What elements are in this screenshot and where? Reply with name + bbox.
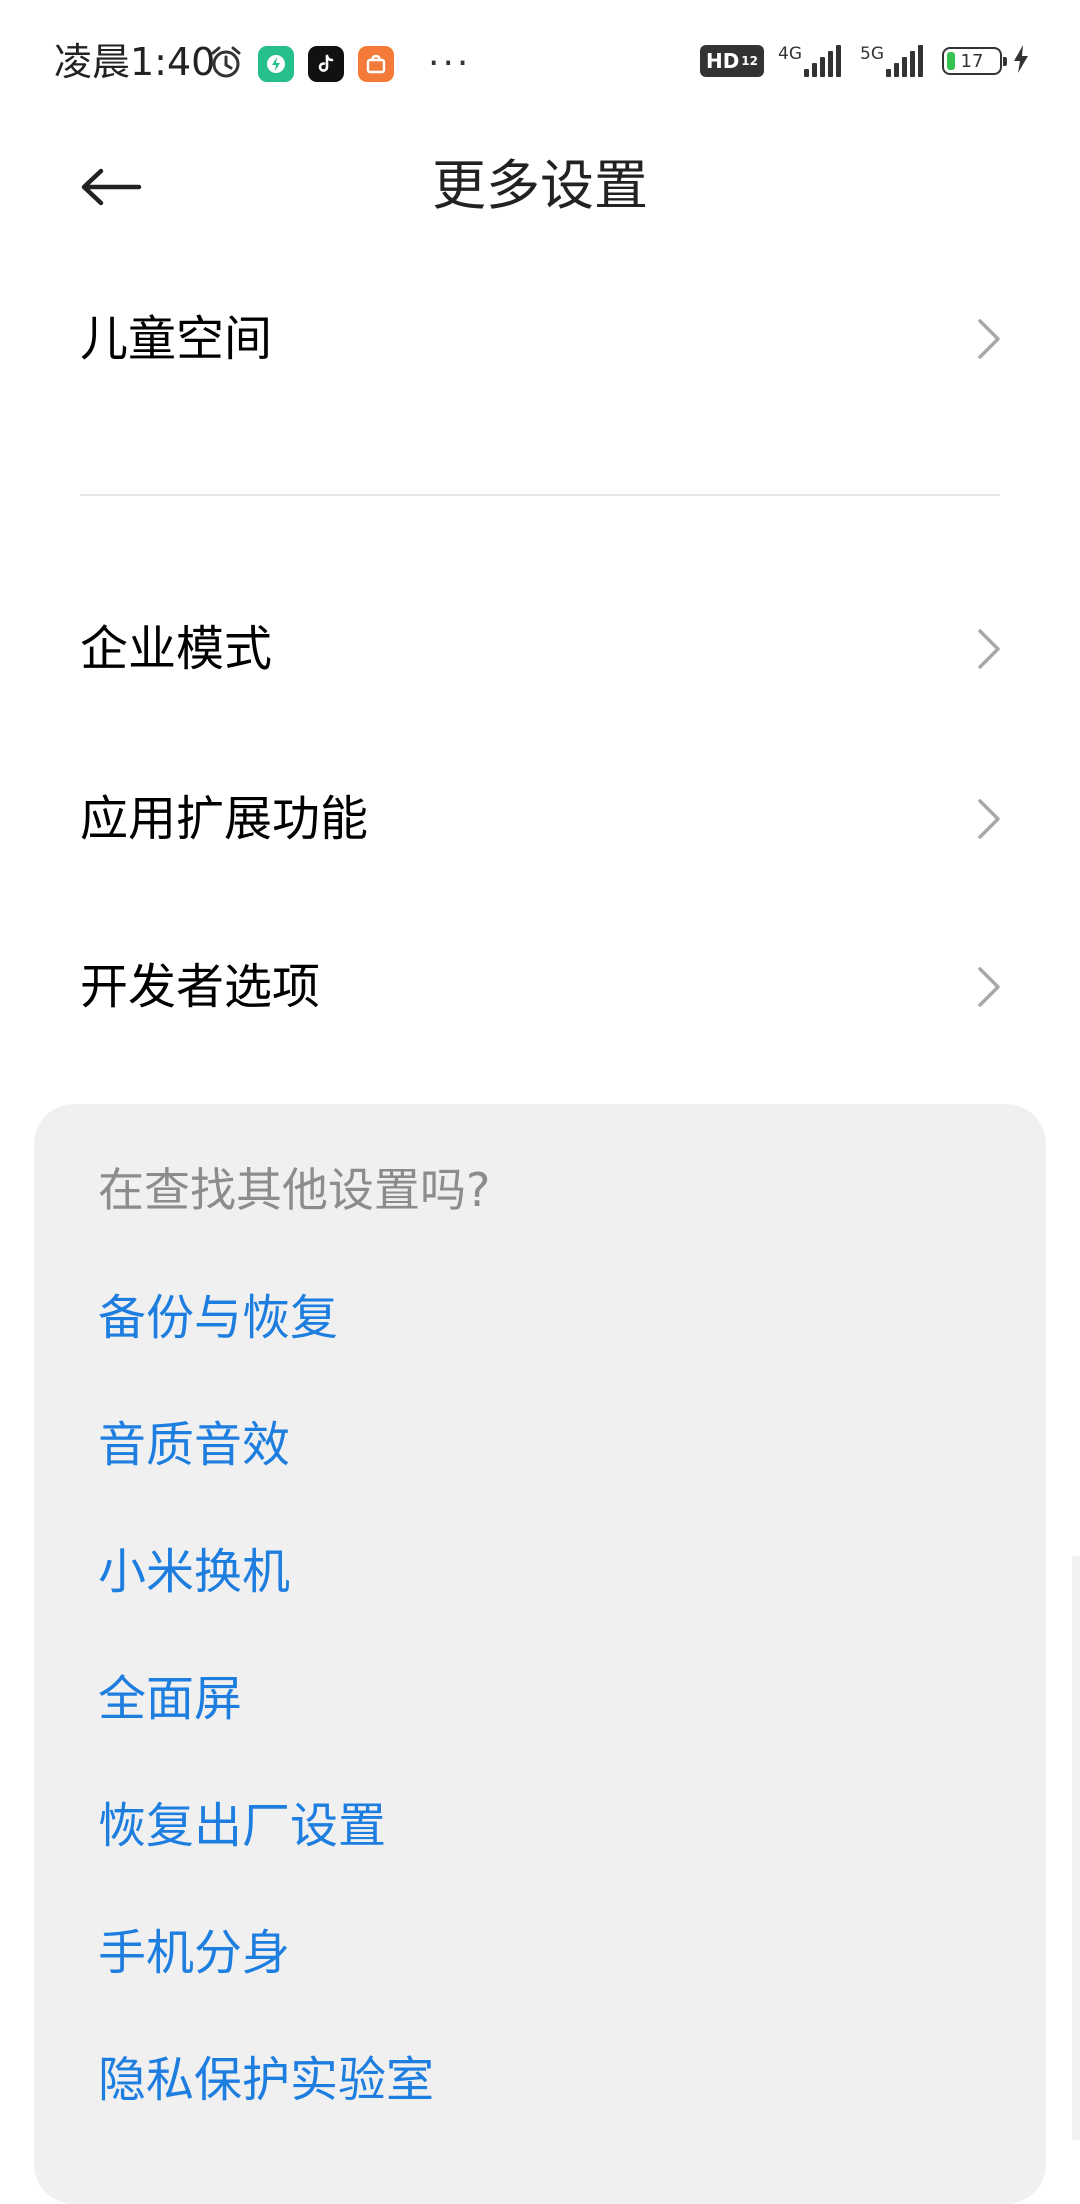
mi-store-icon [358, 46, 394, 82]
suggestions-card: 在查找其他设置吗? 备份与恢复 音质音效 小米换机 全面屏 恢复出厂设置 手机分… [34, 1104, 1046, 2204]
battery-level: 17 [960, 50, 984, 72]
chevron-right-icon [978, 967, 1000, 1007]
chevron-right-icon [978, 799, 1000, 839]
header: 更多设置 [0, 124, 1080, 248]
signal-5g-label: 5G [860, 44, 884, 64]
chevron-right-icon [978, 629, 1000, 669]
status-time: 凌晨1:40 [54, 40, 216, 84]
suggestion-link-sound-quality[interactable]: 音质音效 [98, 1415, 290, 1475]
settings-item-label: 儿童空间 [80, 311, 273, 367]
settings-item-enterprise-mode[interactable]: 企业模式 [0, 574, 1080, 724]
signal-5g-icon: 5G [860, 45, 926, 77]
signal-4g-label: 4G [778, 44, 802, 64]
suggestion-link-dual-apps[interactable]: 手机分身 [98, 1923, 290, 1983]
alarm-icon [208, 44, 244, 84]
suggestion-link-privacy-lab[interactable]: 隐私保护实验室 [98, 2050, 434, 2110]
divider [80, 494, 1000, 496]
chevron-right-icon [978, 319, 1000, 359]
tiktok-icon [308, 46, 344, 82]
battery-icon: 17 [942, 47, 1007, 75]
scroll-indicator [1072, 1556, 1080, 2140]
hd-sub-label: 12 [741, 54, 758, 68]
settings-item-label: 应用扩展功能 [80, 791, 369, 847]
suggestion-link-full-screen[interactable]: 全面屏 [98, 1669, 242, 1729]
signal-4g-icon: 4G [778, 45, 844, 77]
suggestions-title: 在查找其他设置吗? [98, 1163, 491, 1217]
notification-icons: ··· [208, 44, 485, 84]
system-status-icons: HD 12 4G 5G 17 [699, 44, 1030, 78]
security-app-icon [258, 46, 294, 82]
suggestion-link-mi-mover[interactable]: 小米换机 [98, 1542, 290, 1602]
status-bar: 凌晨1:40 ··· HD 12 4G 5G 17 [0, 0, 1080, 124]
hd-label: HD [705, 49, 740, 73]
settings-item-app-extensions[interactable]: 应用扩展功能 [0, 744, 1080, 894]
page-title: 更多设置 [432, 154, 648, 217]
settings-item-label: 开发者选项 [80, 959, 321, 1015]
suggestion-link-backup-restore[interactable]: 备份与恢复 [98, 1288, 338, 1348]
settings-item-kids-space[interactable]: 儿童空间 [0, 264, 1080, 414]
suggestion-link-factory-reset[interactable]: 恢复出厂设置 [98, 1796, 386, 1856]
hd-voice-icon: HD 12 [699, 45, 764, 77]
more-notifications-icon: ··· [428, 43, 472, 84]
settings-item-label: 企业模式 [80, 621, 273, 677]
settings-item-developer-options[interactable]: 开发者选项 [0, 912, 1080, 1062]
charging-icon [1012, 44, 1030, 78]
